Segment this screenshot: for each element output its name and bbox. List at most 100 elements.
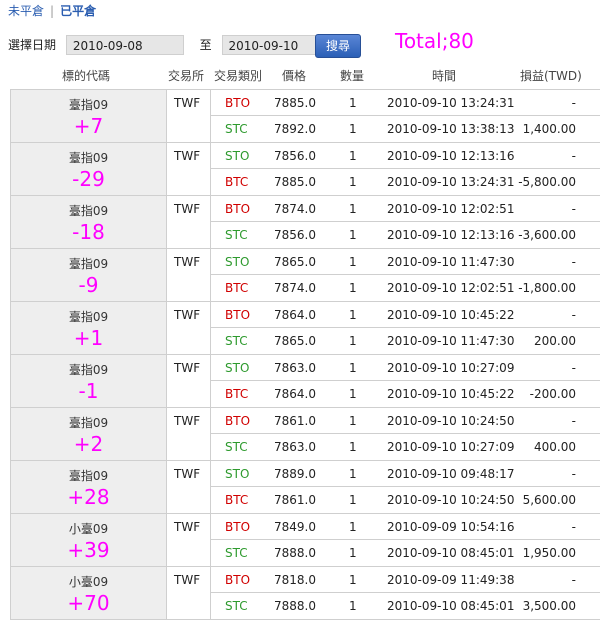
trade-time: 2010-09-10 11:47:30 bbox=[387, 334, 515, 348]
position-tabs: 未平倉 | 已平倉 bbox=[8, 2, 96, 20]
symbol-name: 臺指09 bbox=[68, 469, 109, 483]
trade-time: 2010-09-10 10:24:50 bbox=[387, 414, 515, 428]
trade-price: 7863.0 bbox=[274, 361, 316, 375]
trade-qty: 1 bbox=[349, 440, 357, 454]
header-qty: 數量 bbox=[340, 69, 365, 83]
trade-type: BTC bbox=[225, 175, 249, 189]
trade-qty: 1 bbox=[349, 361, 357, 375]
table-row: STO 7889.0 1 2010-09-10 09:48:17 - bbox=[211, 461, 600, 487]
trade-type: BTO bbox=[225, 520, 251, 534]
trade-qty: 1 bbox=[349, 308, 357, 322]
trade-qty: 1 bbox=[349, 202, 357, 216]
trade-price: 7861.0 bbox=[274, 493, 316, 507]
table-row: BTO 7849.0 1 2010-09-09 10:54:16 - bbox=[211, 514, 600, 540]
trade-pl: - bbox=[571, 202, 576, 216]
trade-price: 7849.0 bbox=[274, 520, 316, 534]
trade-qty: 1 bbox=[349, 467, 357, 481]
trade-group: 小臺09 +39 TWF BTO 7849.0 1 2010-09-09 10:54:16 -… bbox=[10, 514, 600, 567]
trade-qty: 1 bbox=[349, 334, 357, 348]
trade-qty: 1 bbox=[349, 546, 357, 560]
exchange-value: TWF bbox=[174, 361, 201, 375]
trade-type: BTO bbox=[225, 414, 251, 428]
exchange-cell: TWF bbox=[166, 143, 211, 195]
trade-group: 臺指09 -9 TWF STO 7865.0 1 2010-09-10 11:47:30 - B… bbox=[10, 249, 600, 302]
exchange-value: TWF bbox=[174, 202, 201, 216]
header-time: 時間 bbox=[432, 69, 457, 83]
trade-group: 臺指09 +28 TWF STO 7889.0 1 2010-09-10 09:48:17 -… bbox=[10, 461, 600, 514]
trade-pl: -200.00 bbox=[529, 387, 576, 401]
exchange-value: TWF bbox=[174, 96, 201, 110]
symbol-cell: 臺指09 -9 bbox=[10, 249, 167, 301]
trade-price: 7888.0 bbox=[274, 546, 316, 560]
trade-pl: 200.00 bbox=[534, 334, 576, 348]
exchange-value: TWF bbox=[174, 573, 201, 587]
trade-price: 7863.0 bbox=[274, 440, 316, 454]
trade-qty: 1 bbox=[349, 228, 357, 242]
trade-time: 2010-09-10 13:38:13 bbox=[387, 122, 515, 136]
trade-time: 2010-09-10 12:13:16 bbox=[387, 149, 515, 163]
date-filter: 選擇日期 2010-09-08 至 2010-09-10 bbox=[8, 33, 332, 55]
trade-price: 7885.0 bbox=[274, 96, 316, 110]
table-row: STC 7888.0 1 2010-09-10 08:45:01 1,950.00 bbox=[211, 540, 600, 566]
trade-qty: 1 bbox=[349, 122, 357, 136]
trade-qty: 1 bbox=[349, 573, 357, 587]
trade-qty: 1 bbox=[349, 599, 357, 613]
delta-annotation: -9 bbox=[78, 273, 99, 297]
delta-annotation: +39 bbox=[67, 538, 110, 562]
trade-qty: 1 bbox=[349, 387, 357, 401]
table-row: STC 7856.0 1 2010-09-10 12:13:16 -3,600.00 bbox=[211, 222, 600, 248]
symbol-name: 小臺09 bbox=[68, 575, 109, 589]
trade-price: 7865.0 bbox=[274, 334, 316, 348]
trade-qty: 1 bbox=[349, 281, 357, 295]
exchange-cell: TWF bbox=[166, 249, 211, 301]
trade-type: BTC bbox=[225, 387, 249, 401]
trade-price: 7864.0 bbox=[274, 387, 316, 401]
table-row: STC 7863.0 1 2010-09-10 10:27:09 400.00 bbox=[211, 434, 600, 460]
trade-pl: - bbox=[571, 308, 576, 322]
exchange-value: TWF bbox=[174, 149, 201, 163]
trade-time: 2010-09-10 12:02:51 bbox=[387, 281, 515, 295]
symbol-cell: 小臺09 +70 bbox=[10, 567, 167, 619]
trade-price: 7818.0 bbox=[274, 573, 316, 587]
exchange-cell: TWF bbox=[166, 355, 211, 407]
trade-group: 臺指09 +7 TWF BTO 7885.0 1 2010-09-10 13:24:31 - S… bbox=[10, 90, 600, 143]
trade-price: 7888.0 bbox=[274, 599, 316, 613]
exchange-value: TWF bbox=[174, 255, 201, 269]
table-row: BTC 7874.0 1 2010-09-10 12:02:51 -1,800.00 bbox=[211, 275, 600, 301]
symbol-name: 臺指09 bbox=[68, 310, 109, 324]
table-row: STC 7865.0 1 2010-09-10 11:47:30 200.00 bbox=[211, 328, 600, 354]
delta-annotation: +2 bbox=[73, 432, 104, 456]
trade-type: STO bbox=[225, 467, 250, 481]
trade-type: STC bbox=[225, 228, 248, 242]
trade-pl: - bbox=[571, 149, 576, 163]
trade-time: 2010-09-09 10:54:16 bbox=[387, 520, 515, 534]
symbol-name: 臺指09 bbox=[68, 204, 109, 218]
trade-pl: - bbox=[571, 361, 576, 375]
tab-closed-positions[interactable]: 已平倉 bbox=[60, 4, 96, 18]
exchange-cell: TWF bbox=[166, 567, 211, 619]
trade-pl: - bbox=[571, 520, 576, 534]
trade-qty: 1 bbox=[349, 493, 357, 507]
trade-group: 臺指09 -18 TWF BTO 7874.0 1 2010-09-10 12:02:51-… bbox=[10, 196, 600, 249]
date-from-input[interactable]: 2010-09-08 bbox=[65, 34, 184, 55]
trade-type: STC bbox=[225, 546, 248, 560]
exchange-cell: TWF bbox=[166, 302, 211, 354]
tab-open-positions[interactable]: 未平倉 bbox=[8, 4, 44, 18]
delta-annotation: +7 bbox=[73, 114, 104, 138]
symbol-cell: 臺指09 +7 bbox=[10, 90, 167, 142]
search-button[interactable]: 搜尋 bbox=[315, 34, 361, 58]
header-type: 交易類別 bbox=[214, 69, 263, 83]
header-price: 價格 bbox=[282, 69, 307, 83]
trade-type: BTO bbox=[225, 308, 251, 322]
header-symbol: 標的代碼 bbox=[62, 69, 111, 83]
trade-type: BTC bbox=[225, 493, 249, 507]
delta-annotation: +1 bbox=[73, 326, 104, 350]
table-row: STC 7888.0 1 2010-09-10 08:45:01 3,500.00 bbox=[211, 593, 600, 619]
trade-price: 7864.0 bbox=[274, 308, 316, 322]
table-row: BTO 7874.0 1 2010-09-10 12:02:51 - bbox=[211, 196, 600, 222]
trade-pl: 400.00 bbox=[534, 440, 576, 454]
header-pl: 損益(TWD) bbox=[520, 69, 582, 83]
symbol-name: 臺指09 bbox=[68, 151, 109, 165]
table-row: BTO 7861.0 1 2010-09-10 10:24:50 - bbox=[211, 408, 600, 434]
trade-time: 2010-09-10 13:24:31 bbox=[387, 175, 515, 189]
